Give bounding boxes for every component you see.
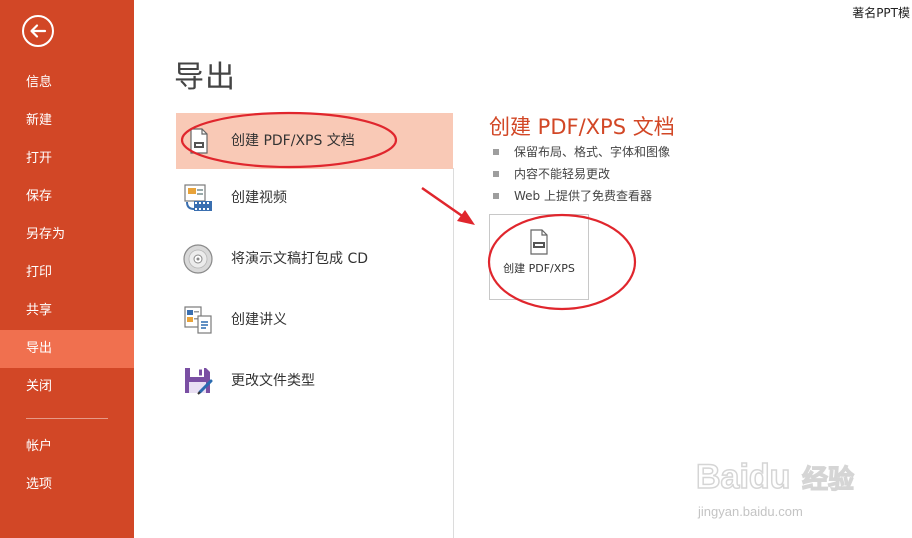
watermark-brand: Baidu [696,458,790,496]
create-pdf-xps-button[interactable]: 创建 PDF/XPS [489,214,589,300]
backstage-sidebar: 信息 新建 打开 保存 另存为 打印 共享 导出 关闭 帐户 选项 [0,0,134,538]
annotation-arrow-head [457,210,475,225]
pane-divider [453,168,454,538]
sidebar-item-open[interactable]: 打开 [0,140,134,178]
baidu-jingyan-watermark: Baidu 经验 jingyan.baidu.com [695,457,854,519]
cd-icon [182,243,214,275]
detail-bullet: 内容不能轻易更改 [492,163,670,185]
sidebar-item-options[interactable]: 选项 [0,466,134,504]
watermark-url: jingyan.baidu.com [697,504,803,519]
sidebar-item-print[interactable]: 打印 [0,254,134,292]
sidebar-item-new[interactable]: 新建 [0,102,134,140]
pdf-document-icon [182,125,214,157]
video-icon [182,182,214,214]
detail-bullet: Web 上提供了免费查看器 [492,185,670,207]
page-title: 导出 [174,60,236,95]
back-arrow-icon[interactable] [22,15,54,47]
sidebar-divider [26,418,108,419]
export-option-package-cd[interactable]: 将演示文稿打包成 CD [176,231,453,287]
export-option-video[interactable]: 创建视频 [176,170,453,226]
document-title: 著名PPT模 [852,6,910,20]
watermark-product: 经验 [802,464,854,495]
export-option-change-file-type[interactable]: 更改文件类型 [176,353,453,409]
pdf-document-icon [528,229,550,259]
export-option-pdf-xps[interactable]: 创建 PDF/XPS 文档 [176,113,453,169]
save-as-type-icon [182,365,214,397]
export-option-label: 创建 PDF/XPS 文档 [231,133,355,149]
sidebar-item-share[interactable]: 共享 [0,292,134,330]
sidebar-item-export[interactable]: 导出 [0,330,134,368]
sidebar-item-save-as[interactable]: 另存为 [0,216,134,254]
create-pdf-xps-label: 创建 PDF/XPS [503,262,575,275]
detail-bullet: 保留布局、格式、字体和图像 [492,141,670,163]
export-option-label: 将演示文稿打包成 CD [231,251,369,267]
export-option-label: 更改文件类型 [231,373,315,389]
sidebar-item-info[interactable]: 信息 [0,64,134,102]
export-option-label: 创建讲义 [231,312,287,328]
export-option-handouts[interactable]: 创建讲义 [176,292,453,348]
sidebar-item-close[interactable]: 关闭 [0,368,134,406]
detail-bullets: 保留布局、格式、字体和图像 内容不能轻易更改 Web 上提供了免费查看器 [492,141,670,207]
sidebar-item-account[interactable]: 帐户 [0,428,134,466]
sidebar-item-save[interactable]: 保存 [0,178,134,216]
handout-icon [182,304,214,336]
detail-title: 创建 PDF/XPS 文档 [489,115,675,139]
export-option-label: 创建视频 [231,190,287,206]
